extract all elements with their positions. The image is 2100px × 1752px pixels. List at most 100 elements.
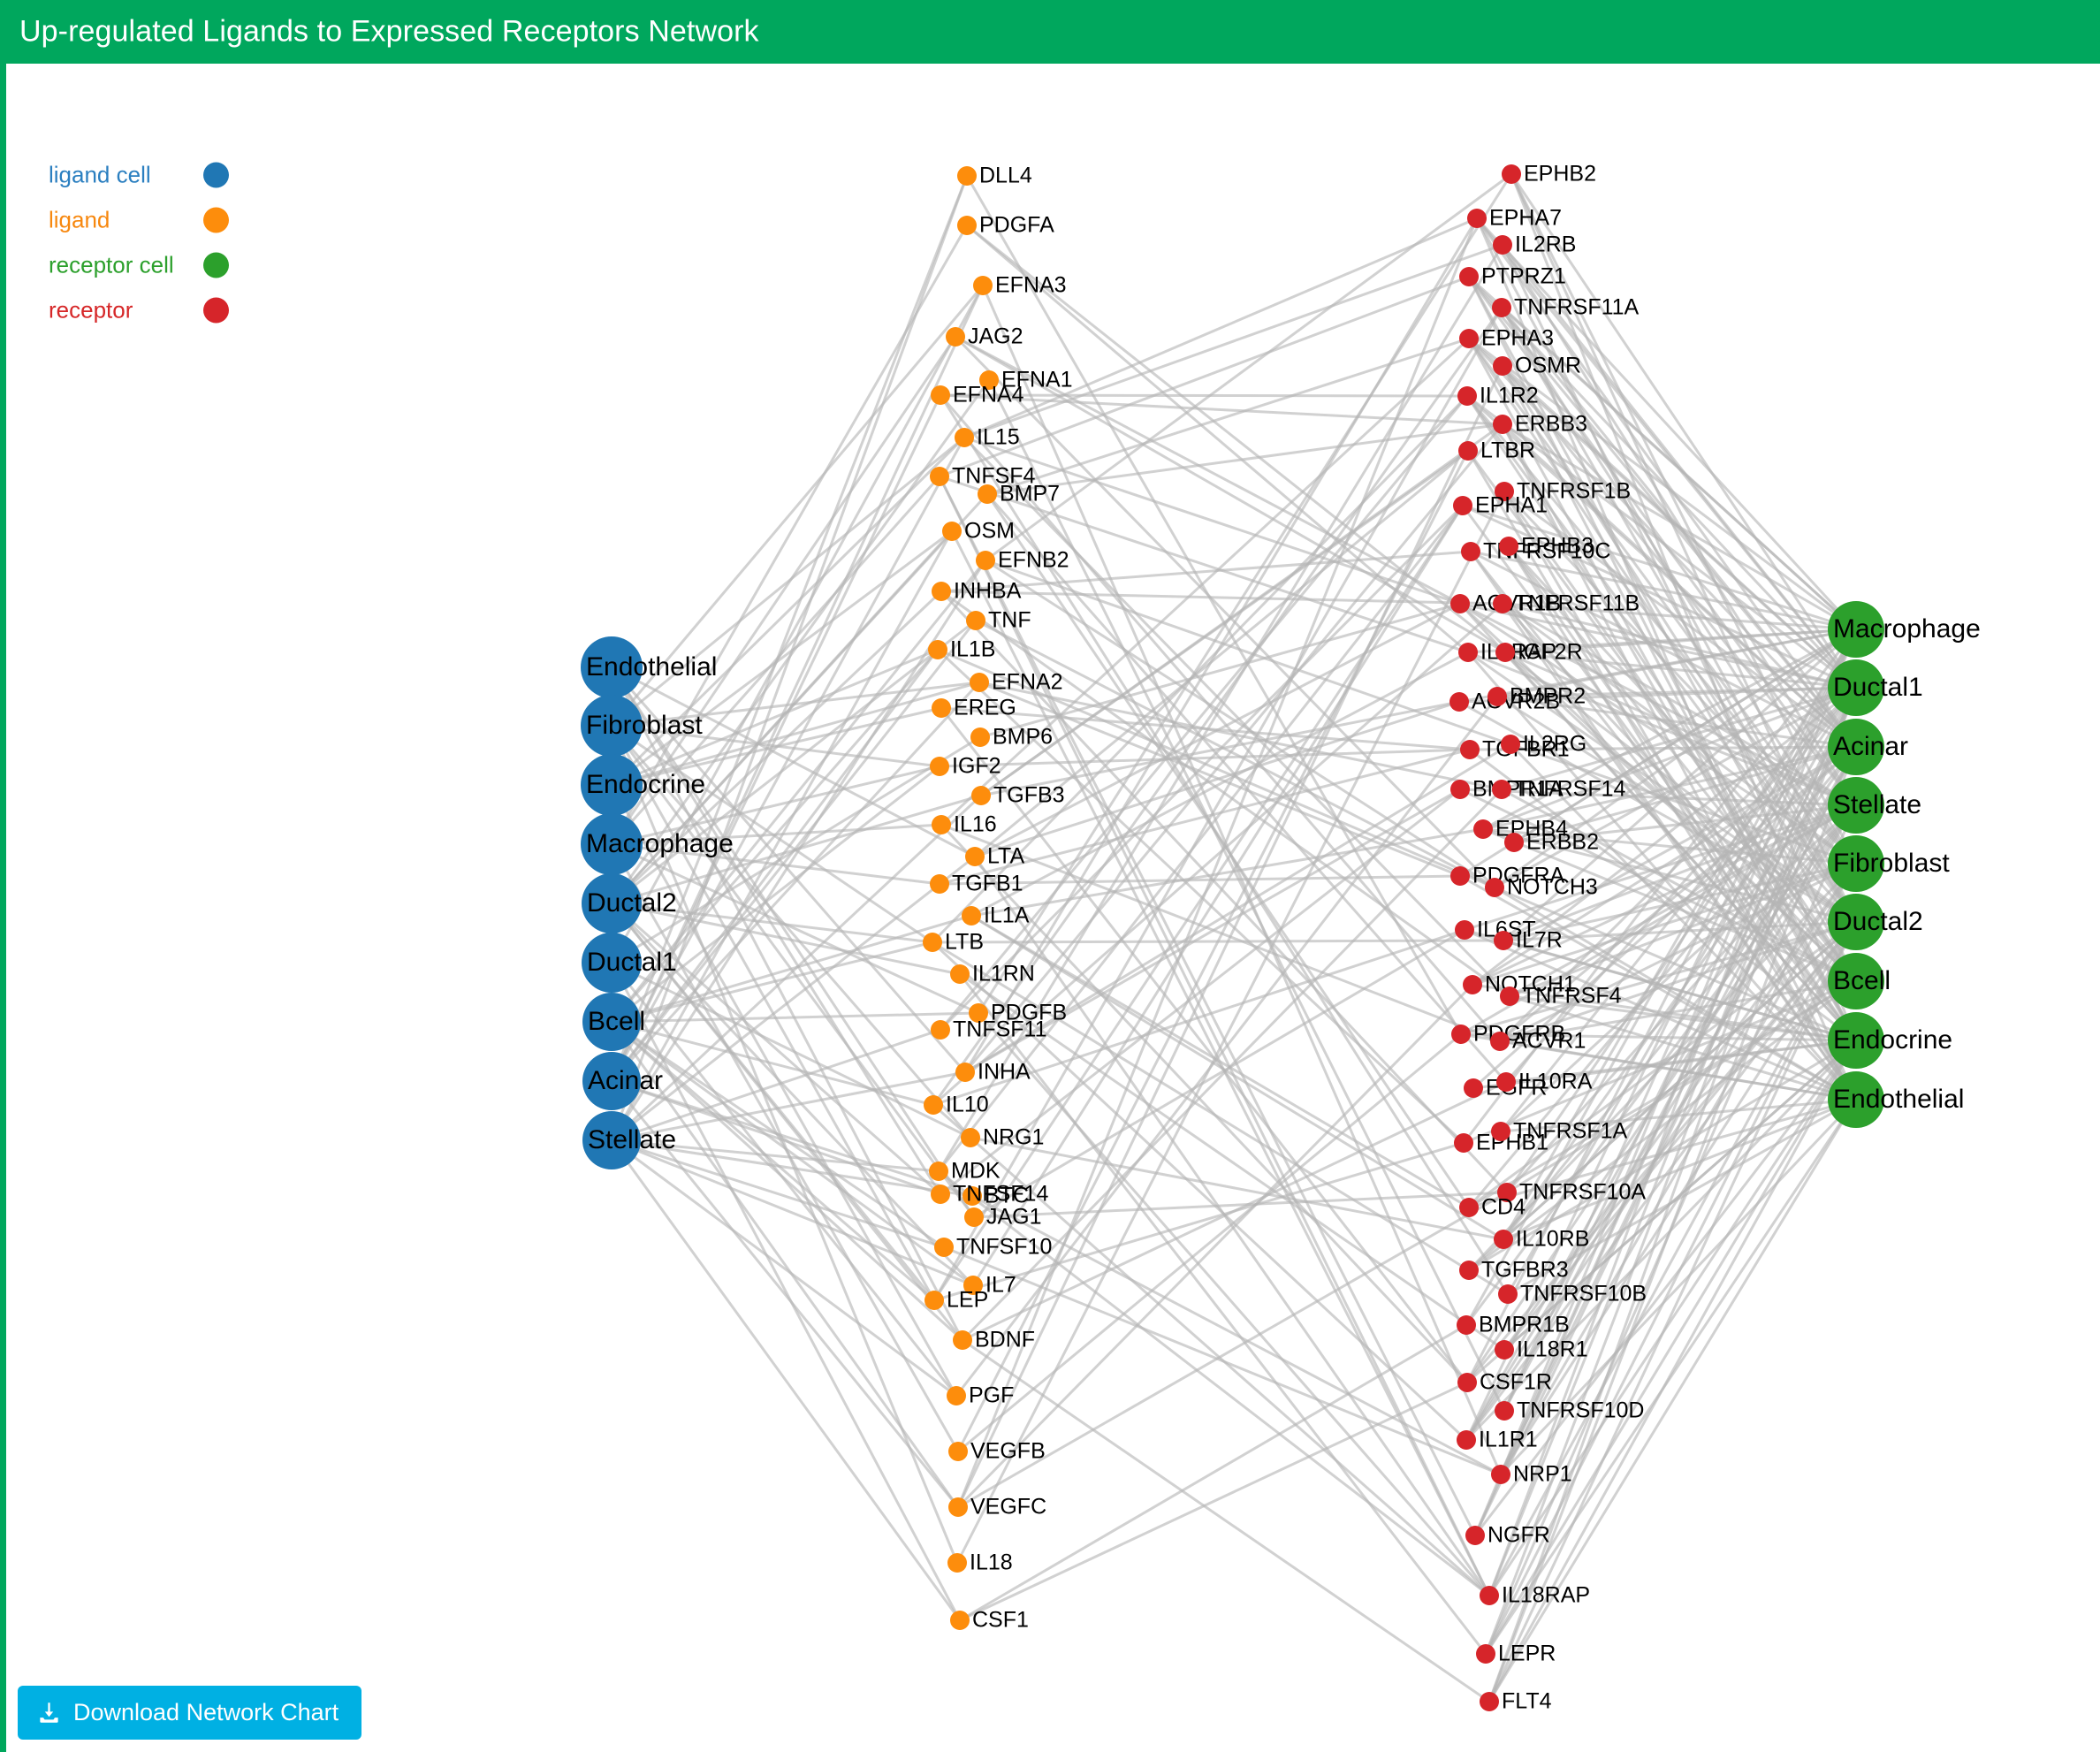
receptor-node[interactable] — [1495, 1340, 1514, 1360]
receptor-node[interactable] — [1473, 819, 1493, 839]
ligand-node[interactable] — [930, 467, 949, 486]
receptor-node[interactable] — [1488, 687, 1507, 706]
receptor-node[interactable] — [1494, 931, 1513, 950]
ligand-node[interactable] — [948, 1442, 968, 1461]
receptor-node[interactable] — [1458, 643, 1478, 662]
receptor-node[interactable] — [1457, 1315, 1476, 1335]
ligand-cell-node-label: Bcell — [588, 1007, 646, 1036]
ligand-node[interactable] — [932, 582, 951, 601]
ligand-node-label: EFNB2 — [998, 547, 1069, 573]
ligand-node[interactable] — [947, 1553, 967, 1573]
receptor-node[interactable] — [1502, 164, 1521, 184]
ligand-node[interactable] — [976, 551, 995, 570]
ligand-node[interactable] — [923, 933, 942, 952]
ligand-node[interactable] — [973, 276, 993, 295]
receptor-node[interactable] — [1493, 594, 1512, 613]
ligand-node[interactable] — [957, 166, 977, 186]
ligand-node[interactable] — [964, 1207, 984, 1227]
receptor-node[interactable] — [1493, 356, 1512, 376]
ligand-node[interactable] — [946, 327, 965, 347]
ligand-node[interactable] — [934, 1238, 954, 1257]
ligand-node-label: IL1RN — [972, 961, 1035, 986]
ligand-node[interactable] — [929, 1162, 948, 1181]
ligand-node[interactable] — [965, 847, 985, 866]
receptor-node[interactable] — [1490, 1032, 1510, 1051]
receptor-node[interactable] — [1491, 1122, 1510, 1141]
receptor-node[interactable] — [1501, 735, 1520, 754]
receptor-node[interactable] — [1493, 415, 1512, 434]
receptor-node[interactable] — [1459, 1198, 1479, 1217]
receptor-node[interactable] — [1450, 866, 1470, 886]
receptor-node[interactable] — [1449, 692, 1469, 712]
receptor-node[interactable] — [1494, 1230, 1513, 1249]
ligand-node[interactable] — [953, 1330, 972, 1350]
ligand-node[interactable] — [924, 1291, 944, 1310]
receptor-node[interactable] — [1495, 1401, 1514, 1421]
ligand-node[interactable] — [978, 484, 997, 504]
receptor-node[interactable] — [1476, 1644, 1495, 1664]
ligand-node[interactable] — [930, 874, 949, 894]
ligand-node[interactable] — [966, 611, 985, 630]
receptor-node[interactable] — [1455, 920, 1474, 940]
receptor-node[interactable] — [1450, 780, 1470, 799]
receptor-node[interactable] — [1492, 780, 1511, 799]
receptor-node[interactable] — [1491, 1465, 1510, 1484]
receptor-cell-node-label: Ductal2 — [1833, 907, 1923, 936]
ligand-node[interactable] — [928, 640, 947, 659]
ligand-node[interactable] — [948, 1497, 968, 1517]
ligand-node[interactable] — [970, 727, 990, 747]
receptor-node-label: ACVR1 — [1512, 1028, 1586, 1054]
receptor-node[interactable] — [1496, 1072, 1516, 1092]
receptor-node[interactable] — [1467, 209, 1487, 228]
download-network-chart-button[interactable]: Download Network Chart — [18, 1686, 362, 1740]
receptor-node[interactable] — [1480, 1586, 1499, 1605]
ligand-node[interactable] — [950, 964, 970, 984]
receptor-node[interactable] — [1457, 1430, 1476, 1450]
receptor-node[interactable] — [1451, 1025, 1471, 1044]
receptor-node[interactable] — [1459, 329, 1479, 348]
ligand-node[interactable] — [957, 216, 977, 235]
ligand-node[interactable] — [947, 1386, 966, 1405]
receptor-node-label: TNFRSF10A — [1519, 1179, 1647, 1205]
receptor-node-label: CSF1R — [1480, 1369, 1552, 1395]
receptor-node[interactable] — [1453, 496, 1472, 515]
receptor-node[interactable] — [1480, 1692, 1499, 1711]
ligand-node[interactable] — [932, 815, 951, 834]
receptor-node[interactable] — [1457, 1373, 1477, 1392]
receptor-node[interactable] — [1465, 1526, 1485, 1545]
ligand-node[interactable] — [962, 906, 981, 926]
ligand-node[interactable] — [930, 757, 949, 776]
receptor-node[interactable] — [1461, 542, 1480, 561]
receptor-node[interactable] — [1463, 975, 1482, 994]
receptor-node[interactable] — [1464, 1078, 1483, 1098]
ligand-node[interactable] — [931, 385, 950, 405]
ligand-node[interactable] — [924, 1095, 943, 1115]
ligand-node[interactable] — [931, 1020, 950, 1040]
receptor-node[interactable] — [1485, 878, 1504, 897]
ligand-node[interactable] — [942, 522, 962, 541]
receptor-node[interactable] — [1495, 643, 1515, 662]
ligand-node[interactable] — [931, 1185, 950, 1204]
receptor-node[interactable] — [1500, 986, 1519, 1006]
ligand-node[interactable] — [932, 698, 951, 718]
ligand-node[interactable] — [955, 1063, 975, 1082]
receptor-node[interactable] — [1493, 235, 1512, 255]
ligand-node[interactable] — [971, 786, 991, 805]
ligand-cell-node-label: Stellate — [588, 1125, 677, 1154]
receptor-node[interactable] — [1454, 1133, 1473, 1153]
receptor-node[interactable] — [1459, 267, 1479, 286]
receptor-node[interactable] — [1504, 833, 1524, 852]
receptor-node[interactable] — [1458, 441, 1478, 461]
ligand-node[interactable] — [955, 428, 974, 447]
receptor-node[interactable] — [1457, 386, 1477, 406]
ligand-node[interactable] — [961, 1128, 980, 1147]
receptor-node[interactable] — [1460, 740, 1480, 759]
ligand-node[interactable] — [950, 1611, 970, 1630]
receptor-node[interactable] — [1498, 1284, 1518, 1304]
ligand-node[interactable] — [970, 673, 989, 692]
receptor-node[interactable] — [1450, 594, 1470, 613]
receptor-node[interactable] — [1499, 537, 1518, 556]
receptor-node[interactable] — [1492, 298, 1511, 317]
receptor-node[interactable] — [1459, 1261, 1479, 1280]
download-icon — [37, 1701, 61, 1725]
